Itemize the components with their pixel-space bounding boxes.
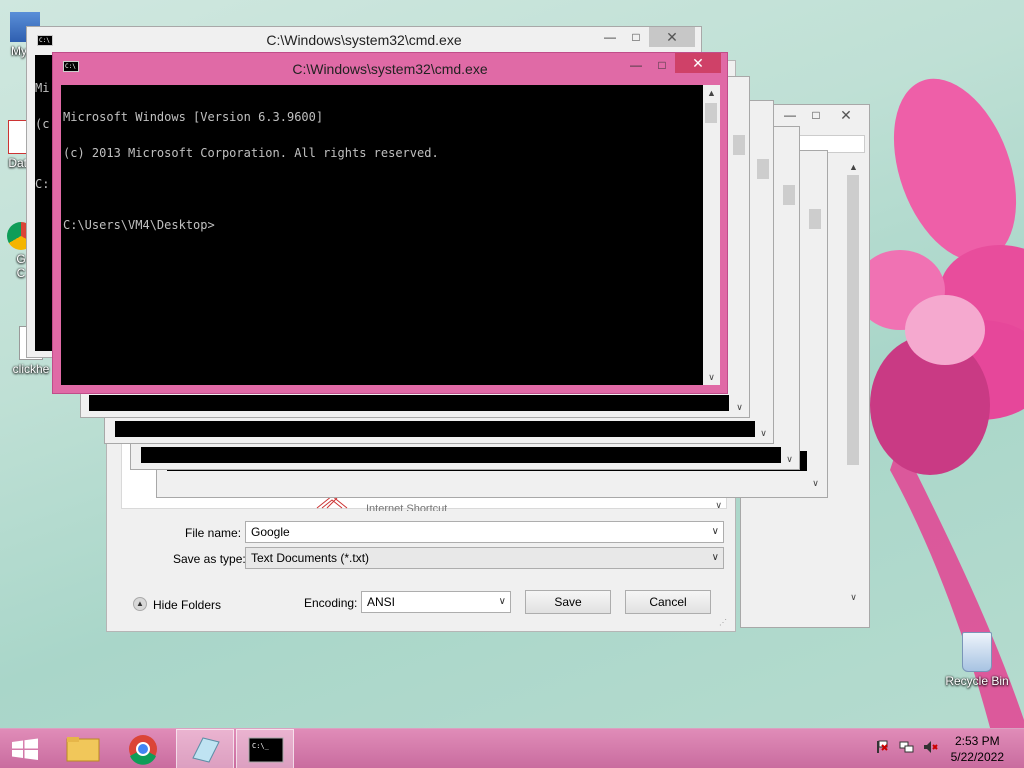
title-bar[interactable]: C:\ C:\Windows\system32\cmd.exe — □ ✕	[27, 27, 701, 53]
taskbar-notepad[interactable]	[176, 729, 234, 768]
close-button[interactable]: ✕	[825, 105, 867, 125]
save-type-label: Save as type:	[173, 552, 246, 566]
scroll-thumb[interactable]	[783, 185, 795, 205]
scroll-thumb[interactable]	[733, 135, 745, 155]
scroll-thumb[interactable]	[847, 175, 859, 465]
minimize-button[interactable]: —	[777, 105, 803, 125]
chevron-down-icon[interactable]: ∨	[715, 500, 722, 511]
scrollbar[interactable]: ∨	[755, 129, 772, 441]
network-icon[interactable]	[898, 739, 914, 758]
taskbar: C:\_ 2:53 PM 5/22/2022	[0, 728, 1024, 768]
chrome-icon	[129, 735, 157, 765]
desktop-icon-label: G C	[16, 252, 26, 280]
resize-grip-icon[interactable]: ⋰	[719, 618, 727, 627]
close-button[interactable]: ✕	[649, 27, 695, 47]
scroll-down-icon[interactable]: ∨	[845, 589, 862, 605]
console-line: Microsoft Windows [Version 6.3.9600]	[63, 110, 324, 124]
scroll-down-icon[interactable]: ∨	[731, 399, 748, 415]
desktop-icon-label: clickhe	[12, 362, 50, 376]
encoding-select[interactable]: ANSI ∨	[361, 591, 511, 613]
hide-folders-button[interactable]: Hide Folders	[153, 598, 221, 612]
save-type-select[interactable]: Text Documents (*.txt) ∨	[245, 547, 724, 569]
console-line: (c) 2013 Microsoft Corporation. All righ…	[63, 146, 439, 160]
console-area[interactable]: Microsoft Windows [Version 6.3.9600] (c)…	[61, 85, 703, 385]
taskbar-cmd[interactable]: C:\_	[236, 729, 294, 768]
console-area[interactable]	[115, 421, 755, 437]
encoding-value: ANSI	[367, 595, 396, 609]
volume-muted-icon[interactable]	[922, 739, 938, 758]
scroll-down-icon[interactable]: ∨	[781, 451, 798, 467]
scrollbar[interactable]: ▲ ∨	[703, 85, 720, 385]
scroll-thumb[interactable]	[705, 103, 717, 123]
save-button[interactable]: Save	[525, 590, 611, 614]
chevron-up-icon[interactable]: ▲	[133, 597, 147, 611]
clock-time: 2:53 PM	[954, 734, 1000, 748]
console-area[interactable]	[141, 447, 781, 463]
scroll-down-icon[interactable]: ∨	[807, 475, 824, 491]
taskbar-file-explorer[interactable]	[54, 729, 112, 768]
cancel-button[interactable]: Cancel	[625, 590, 711, 614]
scroll-down-icon[interactable]: ∨	[703, 369, 720, 385]
system-clock[interactable]: 2:53 PM 5/22/2022	[951, 733, 1004, 765]
taskbar-chrome[interactable]	[114, 729, 172, 768]
scroll-up-icon[interactable]: ▲	[845, 159, 862, 175]
file-name-value: Google	[251, 525, 290, 539]
minimize-button[interactable]: —	[623, 55, 649, 75]
notepad-icon	[192, 737, 220, 763]
clock-date: 5/22/2022	[950, 750, 1004, 764]
minimize-button[interactable]: —	[597, 27, 623, 47]
svg-text:C:\_: C:\_	[252, 742, 270, 750]
desktop-icon-recycle-bin[interactable]: Recycle Bin	[940, 632, 1014, 688]
close-button[interactable]: ✕	[675, 53, 721, 73]
start-button[interactable]	[0, 729, 50, 768]
scroll-up-icon[interactable]: ▲	[703, 85, 720, 101]
console-area[interactable]	[89, 395, 729, 411]
chevron-down-icon[interactable]: ∨	[712, 548, 719, 568]
recycle-bin-icon	[962, 632, 992, 672]
file-name-field[interactable]: Google ∨	[245, 521, 724, 543]
scrollbar[interactable]: ▲ ∨	[845, 159, 862, 605]
file-name-label: File name:	[185, 526, 242, 540]
desktop-icon-label: Recycle Bin	[945, 674, 1009, 688]
cmd-window-active: C:\ C:\Windows\system32\cmd.exe — □ ✕ Mi…	[52, 52, 728, 394]
scrollbar[interactable]: ∨	[781, 155, 798, 467]
partial-item-label: Internet Shortcut	[366, 503, 448, 511]
folder-icon	[66, 737, 100, 762]
maximize-button[interactable]: □	[623, 27, 649, 47]
scroll-thumb[interactable]	[757, 159, 769, 179]
chevron-down-icon[interactable]: ∨	[499, 592, 506, 612]
title-bar[interactable]: C:\ C:\Windows\system32\cmd.exe — □ ✕	[53, 53, 727, 79]
scroll-thumb[interactable]	[809, 209, 821, 229]
cmd-icon: C:\_	[248, 737, 284, 763]
action-center-flag-icon[interactable]	[874, 739, 890, 758]
console-prompt: C:\Users\VM4\Desktop>	[63, 218, 215, 232]
scrollbar[interactable]: ∨	[731, 105, 748, 415]
maximize-button[interactable]: □	[649, 55, 675, 75]
chevron-down-icon[interactable]: ∨	[712, 522, 719, 542]
scroll-down-icon[interactable]: ∨	[755, 425, 772, 441]
encoding-label: Encoding:	[304, 596, 358, 610]
save-type-value: Text Documents (*.txt)	[251, 551, 370, 565]
windows-logo-icon	[12, 738, 38, 760]
scrollbar[interactable]: ∨	[807, 179, 824, 491]
